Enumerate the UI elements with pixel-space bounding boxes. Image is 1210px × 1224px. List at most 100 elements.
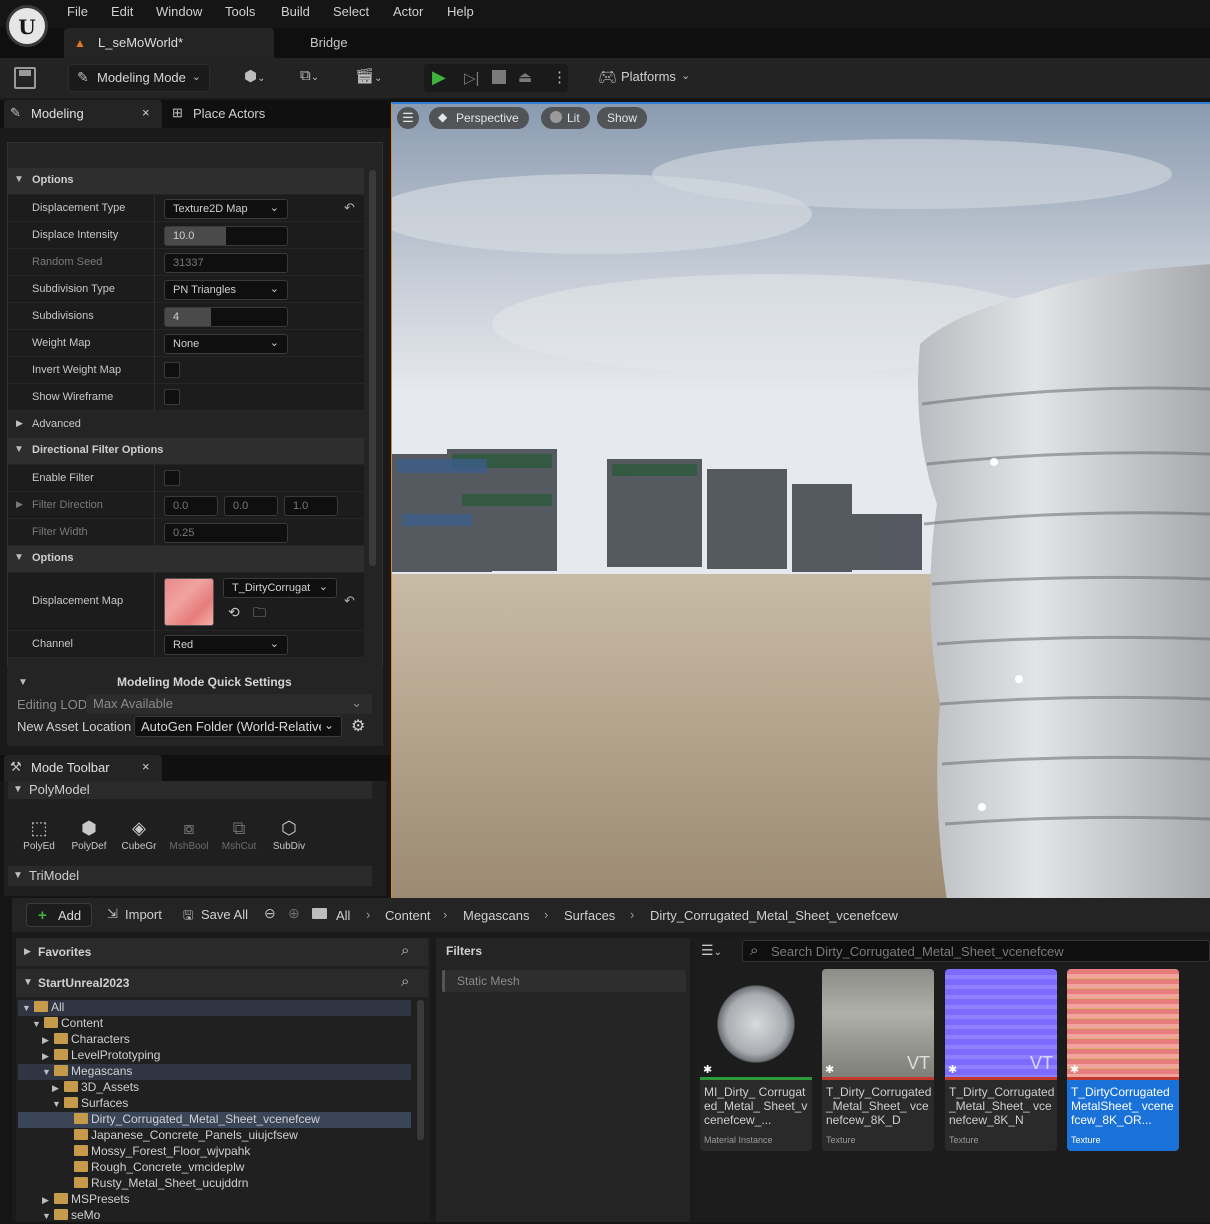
breadcrumb-all[interactable]: All	[336, 908, 350, 923]
menu-select[interactable]: Select	[333, 4, 369, 19]
tree-folder-item[interactable]: ▶ 3D_Assets	[18, 1080, 411, 1096]
use-selected-asset-icon[interactable]: ⟲	[228, 604, 240, 621]
level-viewport[interactable]	[391, 102, 1210, 898]
close-icon[interactable]: ×	[142, 105, 150, 120]
tree-folder-item[interactable]: Rusty_Metal_Sheet_ucujddrn	[18, 1176, 411, 1192]
displace-intensity-field[interactable]: 10.0	[164, 226, 288, 246]
menu-tools[interactable]: Tools	[225, 4, 255, 19]
displacement-map-thumbnail[interactable]	[164, 578, 214, 626]
add-button[interactable]: + Add	[26, 903, 92, 927]
polymodel-header[interactable]: ▼ PolyModel	[8, 781, 372, 799]
menu-edit[interactable]: Edit	[111, 4, 133, 19]
browse-asset-icon[interactable]: 🗀︎	[253, 604, 266, 626]
tool-mshbool[interactable]: ⧇ MshBool	[167, 818, 211, 852]
play-icon[interactable]: ▶	[432, 67, 446, 88]
tree-folder-item[interactable]: ▼ All	[18, 1000, 411, 1016]
mode-dropdown[interactable]: ✎ Modeling Mode ⌄	[68, 64, 210, 92]
tool-mshcut[interactable]: ⧉ MshCut	[217, 818, 261, 852]
forward-icon[interactable]: ⊕	[288, 905, 300, 922]
search-icon[interactable]: ⌕	[401, 973, 409, 990]
menu-build[interactable]: Build	[281, 4, 310, 19]
save-icon[interactable]	[14, 67, 36, 89]
import-button[interactable]: Import	[125, 907, 162, 922]
displacement-type-dropdown[interactable]: Texture2D Map ⌄	[164, 199, 288, 219]
blueprint-icon[interactable]: ⧉⌄	[300, 67, 319, 84]
viewport-menu-icon[interactable]: ☰	[397, 107, 419, 129]
close-icon[interactable]: ×	[142, 759, 150, 774]
section-options-2[interactable]: ▼ Options	[8, 546, 364, 572]
enable-filter-checkbox[interactable]	[164, 470, 180, 486]
subdivisions-field[interactable]: 4	[164, 307, 288, 327]
advanced-row[interactable]: ▶ Advanced	[8, 411, 364, 438]
tree-scrollbar[interactable]	[417, 1000, 424, 1140]
bridge-tab[interactable]: Bridge	[310, 35, 348, 50]
menu-help[interactable]: Help	[447, 4, 474, 19]
tree-folder-item[interactable]: Dirty_Corrugated_Metal_Sheet_vcenefcew	[18, 1112, 411, 1128]
filter-direction-y[interactable]: 0.0	[224, 496, 278, 516]
tool-cubegr[interactable]: ◈ CubeGr	[117, 818, 161, 852]
search-icon[interactable]: ⌕	[401, 942, 409, 959]
filter-icon[interactable]: ☰⌄	[701, 942, 722, 959]
platforms-button[interactable]: Platforms	[621, 69, 676, 84]
tree-folder-item[interactable]: ▶ LevelPrototyping	[18, 1048, 411, 1064]
filter-direction-x[interactable]: 0.0	[164, 496, 218, 516]
tab-modeling[interactable]: ✎ Modeling ×	[4, 100, 162, 128]
show-wireframe-checkbox[interactable]	[164, 389, 180, 405]
reset-icon[interactable]: ↶	[344, 200, 355, 216]
random-seed-field[interactable]: 31337	[164, 253, 288, 273]
editing-lod-dropdown[interactable]: Max Available ⌄	[86, 694, 372, 714]
collapse-icon[interactable]: ▼	[42, 1211, 54, 1221]
expand-icon[interactable]: ▶	[42, 1195, 54, 1206]
filter-width-field[interactable]: 0.25	[164, 523, 288, 543]
filter-direction-z[interactable]: 1.0	[284, 496, 338, 516]
collapse-icon[interactable]: ▼	[32, 1019, 44, 1029]
tree-folder-item[interactable]: ▶ Characters	[18, 1032, 411, 1048]
tool-polydef[interactable]: ⬢ PolyDef	[67, 818, 111, 852]
trimodel-header[interactable]: ▼ TriModel	[8, 866, 372, 886]
menu-file[interactable]: File	[67, 4, 88, 19]
asset-search-input[interactable]: ⌕ Search Dirty_Corrugated_Metal_Sheet_vc…	[742, 940, 1210, 962]
invert-weight-map-checkbox[interactable]	[164, 362, 180, 378]
displacement-map-dropdown[interactable]: T_DirtyCorrugat ⌄	[223, 578, 337, 598]
tree-folder-item[interactable]: Japanese_Concrete_Panels_uiujcfsew	[18, 1128, 411, 1144]
details-scrollbar[interactable]	[369, 170, 376, 566]
collapse-icon[interactable]: ▼	[52, 1099, 64, 1109]
back-icon[interactable]: ⊖	[264, 905, 276, 922]
tool-polyed[interactable]: ⬚ PolyEd	[17, 818, 61, 852]
cinematics-icon[interactable]: 🎬︎⌄	[355, 67, 382, 85]
settings-gear-icon[interactable]: ⚙	[351, 716, 365, 736]
collapse-icon[interactable]: ▼	[22, 1003, 34, 1013]
breadcrumb-surfaces[interactable]: Surfaces	[564, 908, 615, 923]
channel-dropdown[interactable]: Red ⌄	[164, 635, 288, 655]
asset-location-dropdown[interactable]: AutoGen Folder (World-Relative	[134, 716, 342, 737]
stop-icon[interactable]	[492, 70, 506, 84]
tree-folder-item[interactable]: Rough_Concrete_vmcideplw	[18, 1160, 411, 1176]
expand-icon[interactable]: ▶	[42, 1035, 54, 1046]
eject-icon[interactable]: ⏏	[518, 68, 532, 86]
save-all-button[interactable]: Save All	[201, 907, 248, 922]
asset-tile[interactable]: ✱ VT T_Dirty_Corrugated _Metal_Sheet_ vcen…	[822, 969, 934, 1151]
more-options-icon[interactable]: ⋮	[552, 68, 567, 86]
step-icon[interactable]: ▷|	[464, 69, 479, 87]
subdivision-type-dropdown[interactable]: PN Triangles ⌄	[164, 280, 288, 300]
tab-mode-toolbar[interactable]: ⚒ Mode Toolbar ×	[4, 755, 162, 781]
unreal-logo-icon[interactable]: U	[6, 5, 48, 47]
expand-icon[interactable]: ▶	[52, 1083, 64, 1094]
menu-window[interactable]: Window	[156, 4, 202, 19]
tab-place-actors[interactable]: Place Actors	[193, 106, 265, 121]
tree-folder-item[interactable]: ▼ Surfaces	[18, 1096, 411, 1112]
breadcrumb-content[interactable]: Content	[385, 908, 431, 923]
section-options[interactable]: ▼ Options	[8, 168, 364, 194]
favorites-header[interactable]: ▶ Favorites ⌕	[16, 938, 428, 966]
weight-map-dropdown[interactable]: None ⌄	[164, 334, 288, 354]
tree-folder-item[interactable]: ▼ Content	[18, 1016, 411, 1032]
tree-folder-item[interactable]: ▶ MSPresets	[18, 1192, 411, 1208]
asset-tile[interactable]: ✱ MI_Dirty_ Corrugated_Metal_ Sheet_vcene…	[700, 969, 812, 1151]
breadcrumb-current-folder[interactable]: Dirty_Corrugated_Metal_Sheet_vcenefcew	[650, 908, 898, 923]
asset-tile[interactable]: ✱ VT T_Dirty_Corrugated _Metal_Sheet_ vcen…	[945, 969, 1057, 1151]
tree-folder-item[interactable]: Mossy_Forest_Floor_wjvpahk	[18, 1144, 411, 1160]
add-actor-icon[interactable]: ⬢⌄	[244, 67, 266, 85]
reset-icon[interactable]: ↶	[344, 593, 355, 609]
menu-actor[interactable]: Actor	[393, 4, 423, 19]
expand-icon[interactable]: ▶	[42, 1051, 54, 1062]
